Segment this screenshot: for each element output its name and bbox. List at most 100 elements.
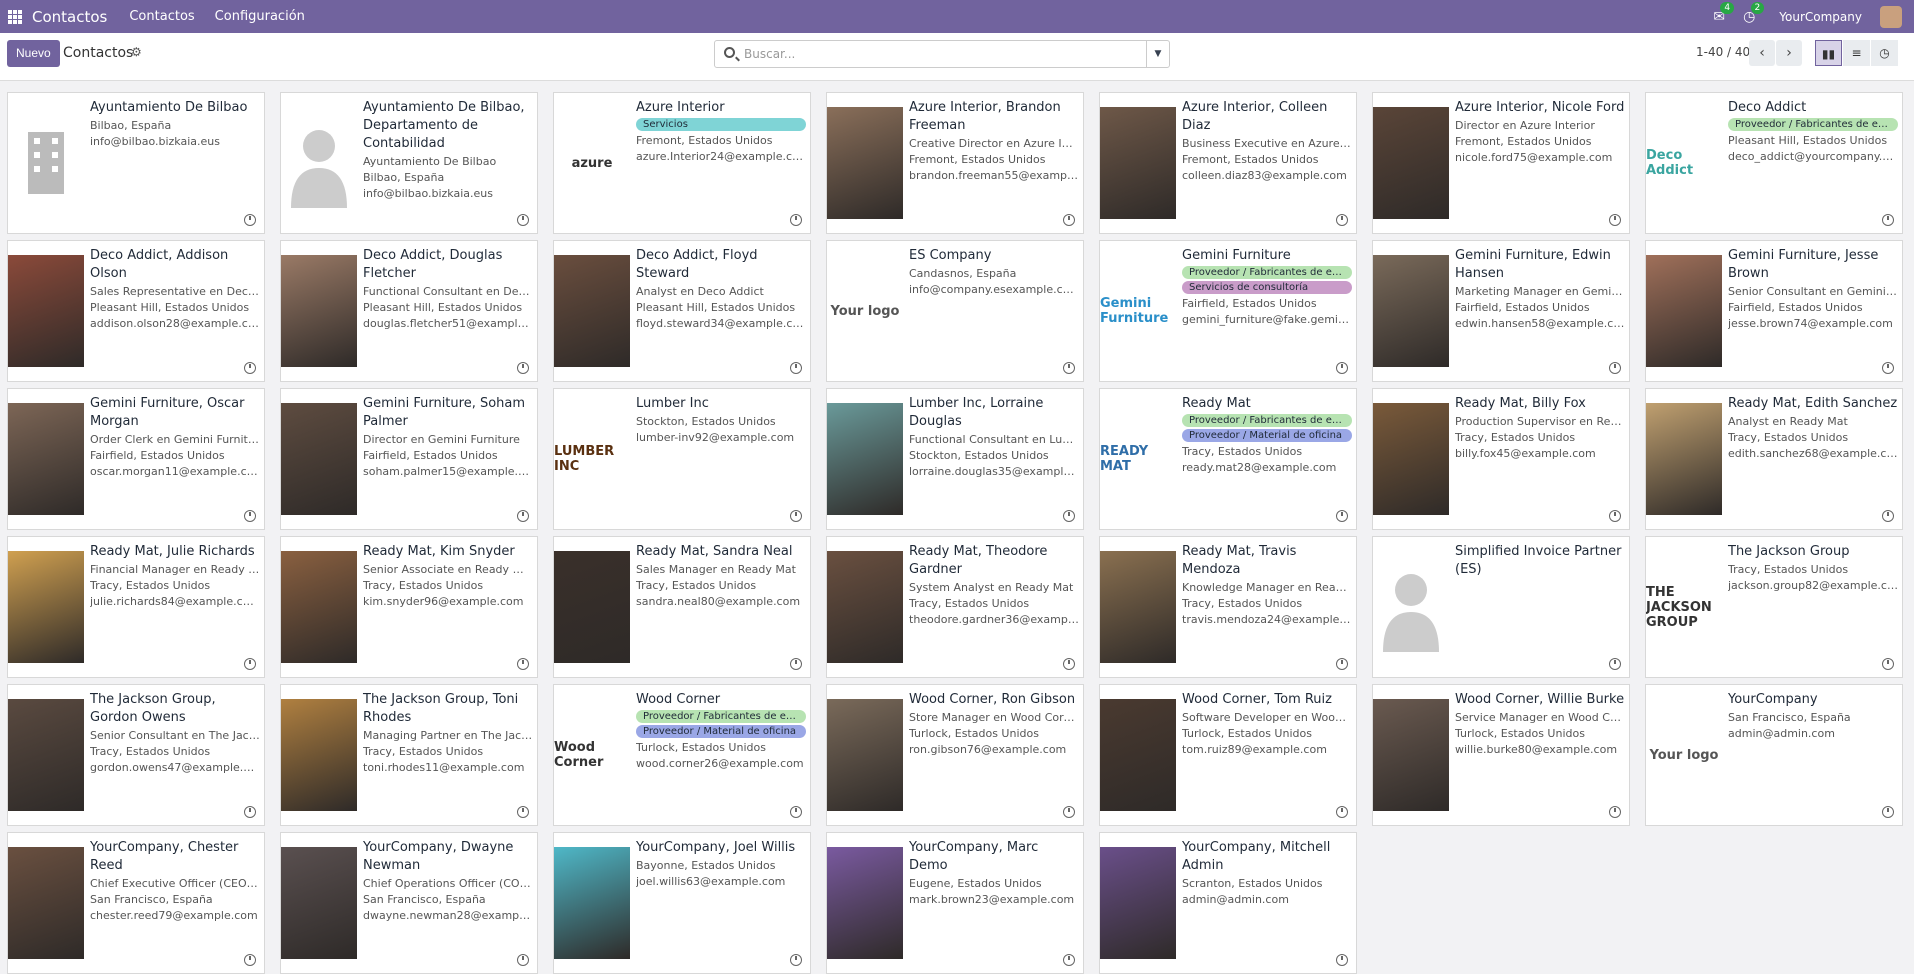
contact-card[interactable]: Ready Mat, Kim Snyder Senior Associate en…: [280, 536, 538, 678]
activity-clock-icon[interactable]: [244, 806, 256, 818]
activity-clock-icon[interactable]: [1882, 806, 1894, 818]
contact-card[interactable]: YourCompany, Dwayne Newman Chief Operatio…: [280, 832, 538, 974]
contact-card[interactable]: Ayuntamiento De Bilbao, Departamento de …: [280, 92, 538, 234]
activity-clock-icon[interactable]: [517, 510, 529, 522]
menu-configuracion[interactable]: Configuración: [215, 9, 305, 24]
contact-card[interactable]: Wood Corner, Willie Burke Service Manager…: [1372, 684, 1630, 826]
contact-card[interactable]: Ready Mat, Billy Fox Production Superviso…: [1372, 388, 1630, 530]
contact-card[interactable]: Azure Interior, Colleen Diaz Business Exe…: [1099, 92, 1357, 234]
contact-card[interactable]: The Jackson Group, Toni Rhodes Managing P…: [280, 684, 538, 826]
activity-clock-icon[interactable]: [1609, 806, 1621, 818]
pager-prev-icon[interactable]: ‹: [1749, 40, 1775, 66]
activity-clock-icon[interactable]: [1336, 362, 1348, 374]
list-view-icon[interactable]: ≡: [1843, 40, 1870, 66]
app-name[interactable]: Contactos: [32, 8, 107, 26]
contact-card[interactable]: Gemini Furniture, Jesse Brown Senior Cons…: [1645, 240, 1903, 382]
contact-name: Ready Mat, Travis Mendoza: [1182, 544, 1297, 577]
contact-card[interactable]: Azure Interior, Brandon Freeman Creative …: [826, 92, 1084, 234]
contact-card[interactable]: Ayuntamiento De Bilbao Bilbao, España info…: [7, 92, 265, 234]
contact-card[interactable]: The Jackson Group, Gordon Owens Senior Co…: [7, 684, 265, 826]
activity-clock-icon[interactable]: [244, 954, 256, 966]
contact-card[interactable]: YourCompany, Joel Willis Bayonne, Estados…: [553, 832, 811, 974]
activity-clock-icon[interactable]: [1063, 362, 1075, 374]
user-avatar[interactable]: [1880, 5, 1902, 28]
gear-icon[interactable]: ⚙: [131, 45, 142, 59]
pager-next-icon[interactable]: ›: [1776, 40, 1802, 66]
new-button[interactable]: Nuevo: [7, 40, 60, 67]
contact-card[interactable]: LUMBER INC Lumber Inc Stockton, Estados Un…: [553, 388, 811, 530]
kanban-view-icon[interactable]: ▮▮: [1815, 40, 1842, 66]
activities-icon[interactable]: ◷ 2: [1743, 1, 1765, 25]
activity-clock-icon[interactable]: [1609, 658, 1621, 670]
contact-card[interactable]: YourCompany, Mitchell Admin Scranton, Est…: [1099, 832, 1357, 974]
contact-card[interactable]: Wood Corner, Ron Gibson Store Manager en …: [826, 684, 1084, 826]
activity-clock-icon[interactable]: [244, 658, 256, 670]
contact-card[interactable]: Gemini Furniture, Oscar Morgan Order Cler…: [7, 388, 265, 530]
activity-clock-icon[interactable]: [1882, 362, 1894, 374]
contact-card[interactable]: Gemini Furniture Gemini Furniture Proveedo…: [1099, 240, 1357, 382]
apps-menu-icon[interactable]: [8, 9, 22, 24]
contact-card[interactable]: THE JACKSON GROUP The Jackson Group Tracy,…: [1645, 536, 1903, 678]
activity-clock-icon[interactable]: [517, 954, 529, 966]
contact-card[interactable]: Deco Addict Deco Addict Proveedor / Fabric…: [1645, 92, 1903, 234]
activity-clock-icon[interactable]: [790, 658, 802, 670]
activity-clock-icon[interactable]: [1063, 510, 1075, 522]
contact-card[interactable]: YourCompany, Marc Demo Eugene, Estados Un…: [826, 832, 1084, 974]
contact-card[interactable]: Ready Mat, Travis Mendoza Knowledge Manag…: [1099, 536, 1357, 678]
contact-card[interactable]: Wood Corner Wood Corner Proveedor / Fabric…: [553, 684, 811, 826]
activity-clock-icon[interactable]: [517, 362, 529, 374]
contact-card[interactable]: Gemini Furniture, Soham Palmer Director e…: [280, 388, 538, 530]
activity-clock-icon[interactable]: [1063, 214, 1075, 226]
activity-clock-icon[interactable]: [790, 214, 802, 226]
activity-clock-icon[interactable]: [1882, 658, 1894, 670]
menu-contactos[interactable]: Contactos: [129, 9, 194, 24]
contact-card[interactable]: Simplified Invoice Partner (ES): [1372, 536, 1630, 678]
contact-detail: Fremont, Estados Unidos: [636, 134, 773, 147]
activity-clock-icon[interactable]: [1063, 954, 1075, 966]
activity-clock-icon[interactable]: [1882, 214, 1894, 226]
contact-card[interactable]: YourCompany, Chester Reed Chief Executive…: [7, 832, 265, 974]
activity-clock-icon[interactable]: [244, 510, 256, 522]
contact-card[interactable]: Azure Interior, Nicole Ford Director en A…: [1372, 92, 1630, 234]
activity-clock-icon[interactable]: [1336, 806, 1348, 818]
activity-clock-icon[interactable]: [517, 214, 529, 226]
contact-card[interactable]: Ready Mat, Theodore Gardner System Analys…: [826, 536, 1084, 678]
search-options-chevron-down-icon[interactable]: ▼: [1146, 41, 1169, 67]
activity-clock-icon[interactable]: [517, 806, 529, 818]
contact-card[interactable]: Your logo ES Company Candasnos, España info…: [826, 240, 1084, 382]
messages-icon[interactable]: ✉ 4: [1713, 1, 1735, 25]
activity-clock-icon[interactable]: [790, 362, 802, 374]
activity-clock-icon[interactable]: [517, 658, 529, 670]
activity-clock-icon[interactable]: [1336, 954, 1348, 966]
activity-clock-icon[interactable]: [1336, 214, 1348, 226]
activity-clock-icon[interactable]: [1609, 214, 1621, 226]
contact-card[interactable]: Ready Mat, Sandra Neal Sales Manager en R…: [553, 536, 811, 678]
activity-clock-icon[interactable]: [244, 362, 256, 374]
activity-clock-icon[interactable]: [790, 954, 802, 966]
contact-card[interactable]: READY MAT Ready Mat Proveedor / Fabricante…: [1099, 388, 1357, 530]
activity-clock-icon[interactable]: [790, 510, 802, 522]
activity-clock-icon[interactable]: [1063, 806, 1075, 818]
activity-clock-icon[interactable]: [1336, 658, 1348, 670]
contact-card[interactable]: Ready Mat, Edith Sanchez Analyst en Ready…: [1645, 388, 1903, 530]
activity-view-icon[interactable]: ◷: [1871, 40, 1898, 66]
contact-card[interactable]: Deco Addict, Floyd Steward Analyst en Dec…: [553, 240, 811, 382]
activity-clock-icon[interactable]: [244, 214, 256, 226]
activity-clock-icon[interactable]: [1063, 658, 1075, 670]
pager-value[interactable]: 1-40 / 40: [1696, 45, 1750, 59]
activity-clock-icon[interactable]: [1609, 510, 1621, 522]
activity-clock-icon[interactable]: [1882, 510, 1894, 522]
activity-clock-icon[interactable]: [1336, 510, 1348, 522]
activity-clock-icon[interactable]: [1609, 362, 1621, 374]
contact-card[interactable]: Deco Addict, Douglas Fletcher Functional …: [280, 240, 538, 382]
contact-card[interactable]: Ready Mat, Julie Richards Financial Manag…: [7, 536, 265, 678]
contact-card[interactable]: Deco Addict, Addison Olson Sales Represen…: [7, 240, 265, 382]
contact-card[interactable]: Lumber Inc, Lorraine Douglas Functional C…: [826, 388, 1084, 530]
search-input[interactable]: Buscar...: [744, 47, 795, 61]
company-switcher[interactable]: YourCompany: [1779, 10, 1862, 24]
contact-card[interactable]: Gemini Furniture, Edwin Hansen Marketing …: [1372, 240, 1630, 382]
contact-card[interactable]: azure Azure Interior Servicios Fremont, Est…: [553, 92, 811, 234]
activity-clock-icon[interactable]: [790, 806, 802, 818]
contact-card[interactable]: Wood Corner, Tom Ruiz Software Developer …: [1099, 684, 1357, 826]
contact-card[interactable]: Your logo YourCompany San Francisco, Españ…: [1645, 684, 1903, 826]
